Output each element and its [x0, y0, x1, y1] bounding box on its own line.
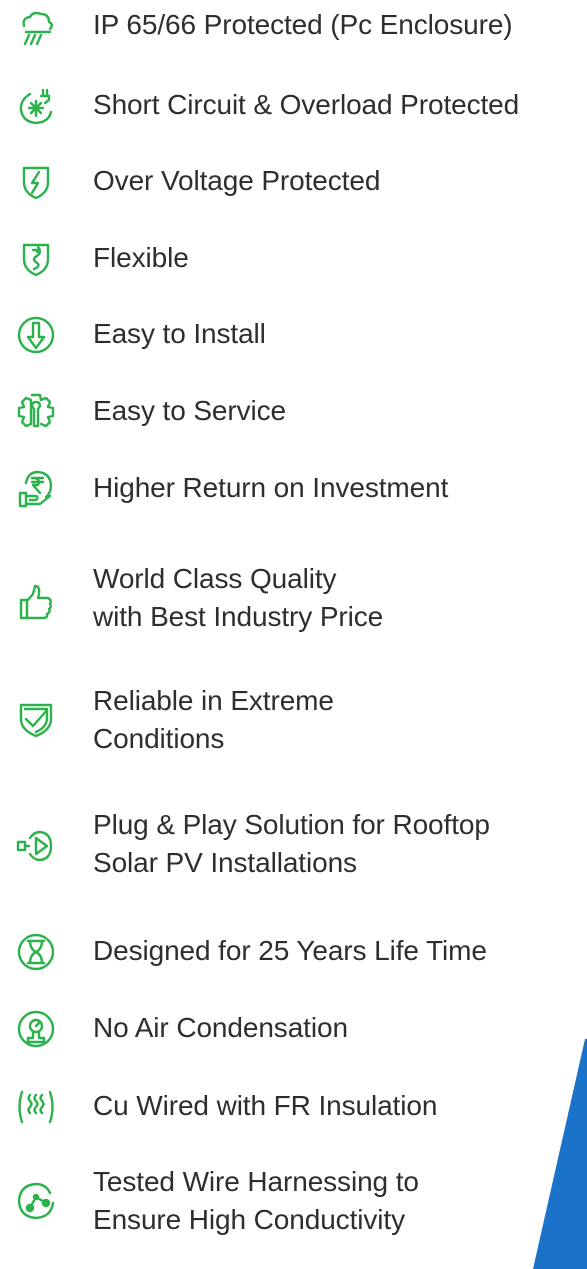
feature-label: Higher Return on Investment: [93, 472, 449, 503]
feature-label: World Class Quality: [93, 563, 337, 594]
flexible-shield-icon: [14, 237, 58, 281]
plug-play-icon: [14, 824, 58, 868]
service-gear-icon: [14, 390, 58, 434]
feature-label: Conditions: [93, 723, 225, 754]
feature-label: Plug & Play Solution for Rooftop: [93, 809, 490, 840]
check-shield-icon: [14, 697, 58, 741]
rain-cloud-icon: [14, 6, 58, 50]
feature-label: Reliable in Extreme: [93, 685, 334, 716]
pressure-gauge-icon: [14, 1007, 58, 1051]
feature-label: Solar PV Installations: [93, 847, 357, 878]
conductivity-icon: [14, 1179, 58, 1223]
heat-waves-icon: [14, 1085, 58, 1129]
feature-label: Easy to Service: [93, 395, 287, 426]
blue-corner-accent: [533, 1039, 587, 1269]
hourglass-icon: [14, 930, 58, 974]
install-arrow-icon: [14, 313, 58, 357]
feature-label: Short Circuit & Overload Protected: [93, 89, 520, 120]
feature-label: Designed for 25 Years Life Time: [93, 935, 487, 966]
feature-label: IP 65/66 Protected (Pc Enclosure): [93, 9, 513, 40]
feature-label: Over Voltage Protected: [93, 165, 381, 196]
feature-label: Easy to Install: [93, 318, 266, 349]
thumbs-up-icon: [14, 580, 58, 624]
feature-label: Flexible: [93, 242, 189, 273]
feature-label: with Best Industry Price: [93, 601, 384, 632]
short-circuit-icon: [14, 84, 58, 128]
lightning-shield-icon: [14, 160, 58, 204]
rupee-hand-icon: [14, 467, 58, 511]
